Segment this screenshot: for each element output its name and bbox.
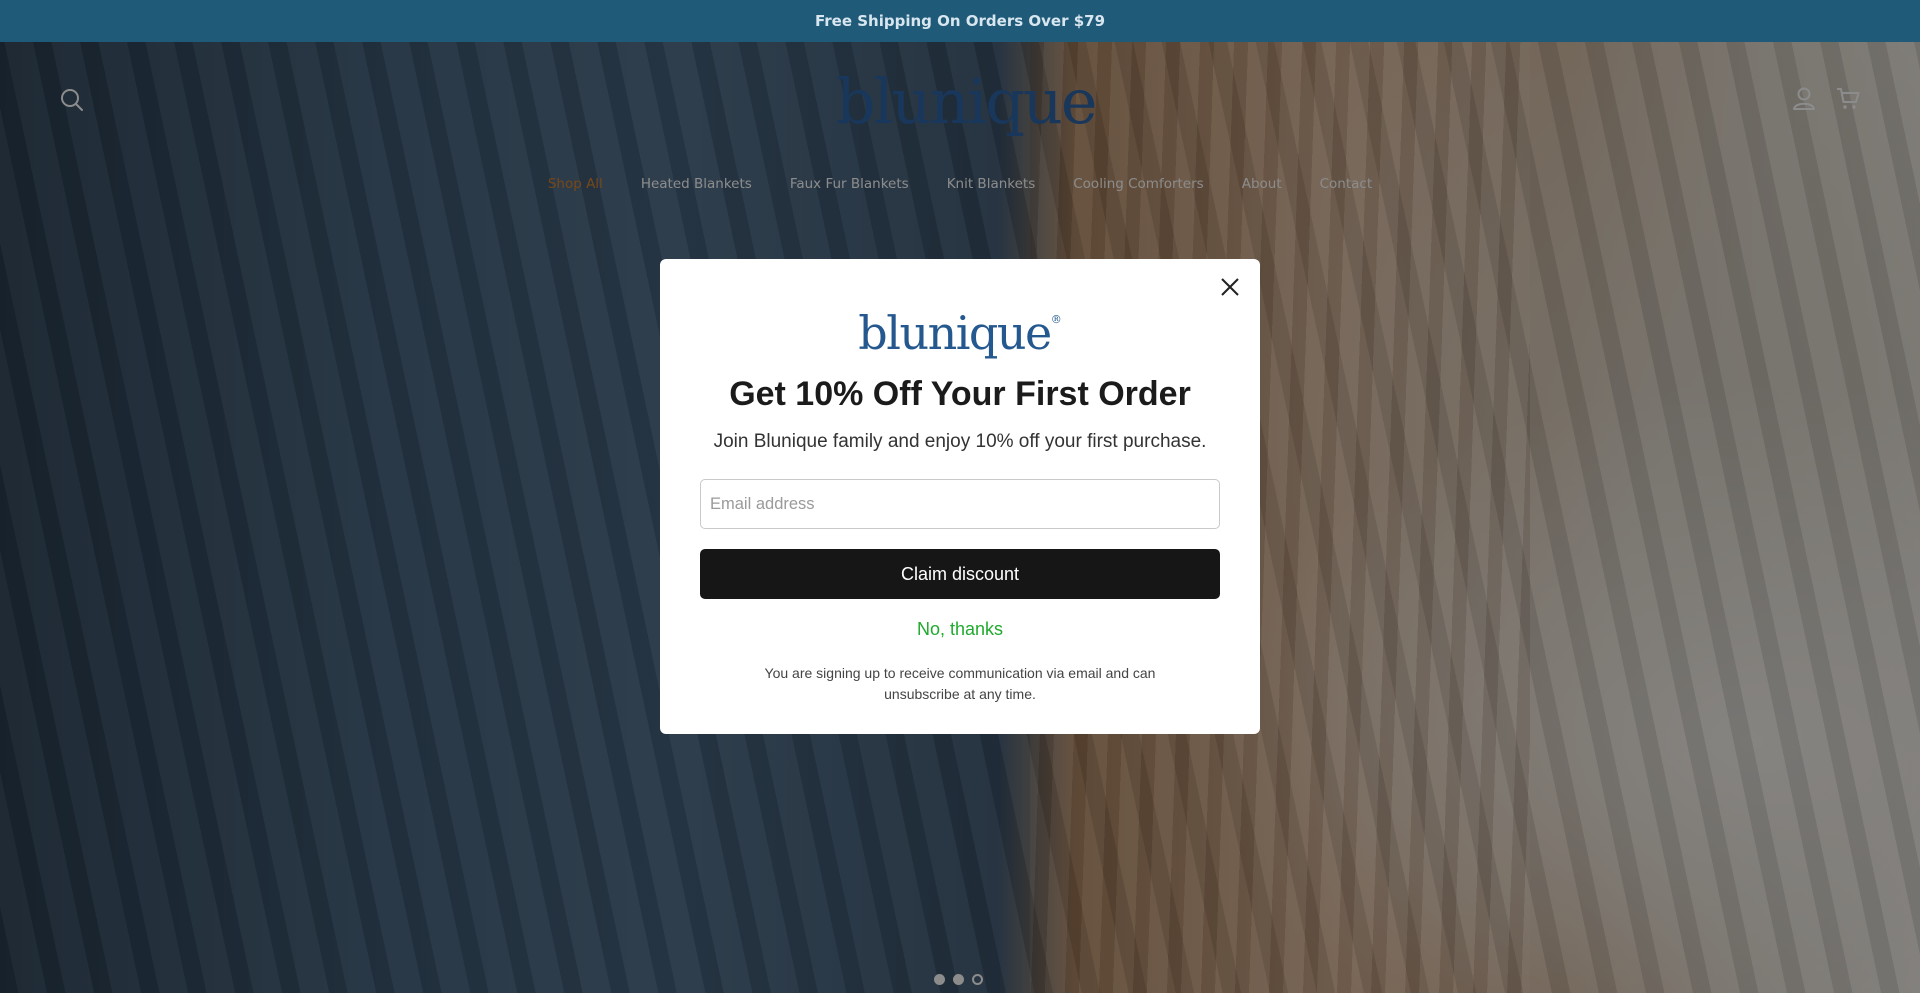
discount-popup: blunique® Get 10% Off Your First Order J… [660, 259, 1260, 734]
claim-discount-button[interactable]: Claim discount [700, 549, 1220, 599]
announcement-text: Free Shipping On Orders Over $79 [814, 12, 1106, 30]
popup-logo-mark: ® [1050, 313, 1062, 326]
popup-title: Get 10% Off Your First Order [729, 375, 1191, 413]
disclaimer-text: You are signing up to receive communicat… [764, 665, 1156, 702]
popup-logo-text: blunique [858, 306, 1052, 360]
popup-subtitle: Join Blunique family and enjoy 10% off y… [713, 431, 1207, 452]
popup-logo: blunique® [660, 293, 1260, 360]
no-thanks-link[interactable]: No, thanks [660, 619, 1260, 640]
announcement-bar: Free Shipping On Orders Over $79 [0, 0, 1920, 42]
email-field[interactable] [700, 479, 1220, 529]
